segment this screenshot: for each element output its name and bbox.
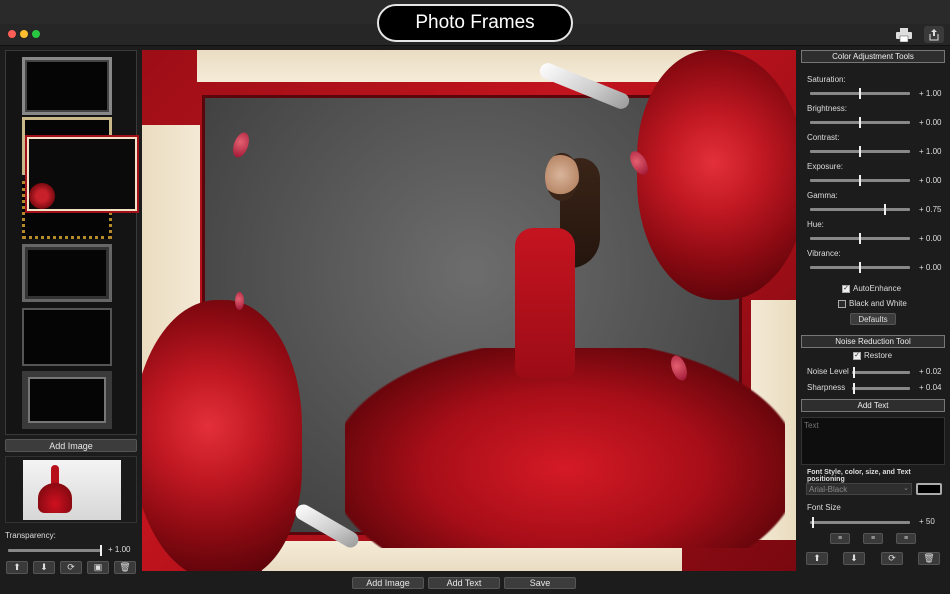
font-select[interactable]: Arial-Black ⌄ — [806, 483, 912, 495]
trash-icon[interactable]: 🗑 — [114, 561, 136, 574]
arrow-down-icon[interactable]: ⬇ — [33, 561, 55, 574]
slider-knob[interactable] — [859, 233, 861, 244]
defaults-button[interactable]: Defaults — [850, 313, 896, 325]
app-title: Photo Frames — [377, 4, 573, 42]
noise-reduction-header: Noise Reduction Tool — [801, 335, 945, 348]
font-size-slider[interactable] — [810, 517, 910, 528]
adjustment-slider[interactable] — [810, 146, 910, 157]
bud-decoration — [235, 292, 244, 310]
close-window-button[interactable] — [8, 30, 16, 38]
transparency-label: Transparency: — [5, 531, 56, 540]
adjustment-slider[interactable] — [810, 204, 910, 215]
adjustment-slider[interactable] — [810, 88, 910, 99]
transparency-slider[interactable] — [8, 545, 102, 556]
trash-icon[interactable]: 🗑 — [918, 552, 940, 565]
frame-thumbnail[interactable] — [22, 244, 112, 302]
slider-label: Vibrance: — [807, 249, 841, 258]
zoom-window-button[interactable] — [32, 30, 40, 38]
slider-label: Saturation: — [807, 75, 846, 84]
slider-knob[interactable] — [853, 383, 855, 394]
slider-label: Contrast: — [807, 133, 840, 142]
slider-value: + 0.00 — [919, 176, 942, 185]
rotate-icon[interactable]: ⟳ — [60, 561, 82, 574]
checkbox-box[interactable] — [838, 299, 846, 308]
black-and-white-checkbox[interactable]: Black and White — [838, 299, 907, 308]
slider-label: Hue: — [807, 220, 824, 229]
right-panel: Color Adjustment Tools Saturation: + 1.00… — [798, 47, 950, 594]
slider-value: + 1.00 — [919, 147, 942, 156]
adjustment-slider[interactable] — [810, 175, 910, 186]
transparency-value: + 1.00 — [108, 545, 131, 554]
slider-knob[interactable] — [859, 146, 861, 157]
photo-canvas[interactable] — [142, 50, 796, 571]
arrow-up-icon[interactable]: ⬆ — [6, 561, 28, 574]
restore-checkbox[interactable]: ✓ Restore — [853, 351, 892, 360]
add-image-button-left[interactable]: Add Image — [5, 439, 137, 452]
add-text-header: Add Text — [801, 399, 945, 412]
slider-value: + 1.00 — [919, 89, 942, 98]
image-preview — [5, 456, 137, 523]
fit-icon[interactable]: ▣ — [87, 561, 109, 574]
align-center-icon[interactable]: ≡ — [863, 533, 883, 544]
slider-label: Noise Level — [807, 367, 849, 376]
frame-thumbnail-selected[interactable] — [27, 137, 137, 211]
slider-knob[interactable] — [859, 117, 861, 128]
frame-thumbnail[interactable] — [22, 57, 112, 115]
slider-value: + 0.00 — [919, 234, 942, 243]
adjustment-slider[interactable] — [810, 262, 910, 273]
font-size-label: Font Size — [807, 503, 841, 512]
share-icon[interactable] — [924, 26, 944, 43]
frame-list-scrollbar[interactable] — [136, 382, 137, 406]
checkbox-box[interactable]: ✓ — [853, 351, 861, 360]
add-image-button[interactable]: Add Image — [352, 577, 424, 589]
slider-label: Exposure: — [807, 162, 844, 171]
slider-value: + 0.04 — [919, 383, 942, 392]
slider-label: Gamma: — [807, 191, 838, 200]
slider-knob[interactable] — [853, 367, 855, 378]
align-right-icon[interactable]: ≡ — [896, 533, 916, 544]
slider-knob[interactable] — [100, 545, 102, 556]
slider-knob[interactable] — [859, 262, 861, 273]
slider-value: + 0.00 — [919, 118, 942, 127]
frame-thumbnail[interactable] — [22, 308, 112, 366]
slider-label: Brightness: — [807, 104, 848, 113]
checkbox-box[interactable]: ✓ — [842, 284, 850, 293]
minimize-window-button[interactable] — [20, 30, 28, 38]
save-button[interactable]: Save — [504, 577, 576, 589]
slider-value: + 0.00 — [919, 263, 942, 272]
rose-decoration — [29, 183, 55, 209]
frame-list[interactable] — [5, 50, 137, 435]
add-text-button[interactable]: Add Text — [428, 577, 500, 589]
rose-decoration — [637, 50, 796, 300]
slider-label: Sharpness — [807, 383, 846, 392]
font-size-value: + 50 — [919, 517, 935, 526]
chevron-down-icon: ⌄ — [903, 485, 909, 492]
text-color-well[interactable] — [916, 483, 942, 495]
align-left-icon[interactable]: ≡ — [830, 533, 850, 544]
adjustment-slider[interactable] — [810, 233, 910, 244]
rotate-icon[interactable]: ⟳ — [881, 552, 903, 565]
slider-knob[interactable] — [859, 175, 861, 186]
slider-knob[interactable] — [884, 204, 886, 215]
left-panel: Add Image Transparency: + 1.00 ⬆ ⬇ ⟳ ▣ 🗑 — [0, 47, 140, 594]
printer-icon[interactable] — [894, 26, 914, 44]
slider-value: + 0.02 — [919, 367, 942, 376]
text-input[interactable] — [801, 417, 945, 465]
slider-knob[interactable] — [812, 517, 814, 528]
slider-value: + 0.75 — [919, 205, 942, 214]
font-style-label: Font Style, color, size, and Text positi… — [807, 469, 911, 483]
arrow-down-icon[interactable]: ⬇ — [843, 552, 865, 565]
auto-enhance-checkbox[interactable]: ✓ AutoEnhance — [842, 284, 901, 293]
frame-thumbnail[interactable] — [22, 371, 112, 429]
noise-slider[interactable] — [852, 367, 910, 378]
noise-slider[interactable] — [852, 383, 910, 394]
color-adjustment-header: Color Adjustment Tools — [801, 50, 945, 63]
adjustment-slider[interactable] — [810, 117, 910, 128]
arrow-up-icon[interactable]: ⬆ — [806, 552, 828, 565]
slider-knob[interactable] — [859, 88, 861, 99]
rose-decoration — [142, 300, 302, 571]
